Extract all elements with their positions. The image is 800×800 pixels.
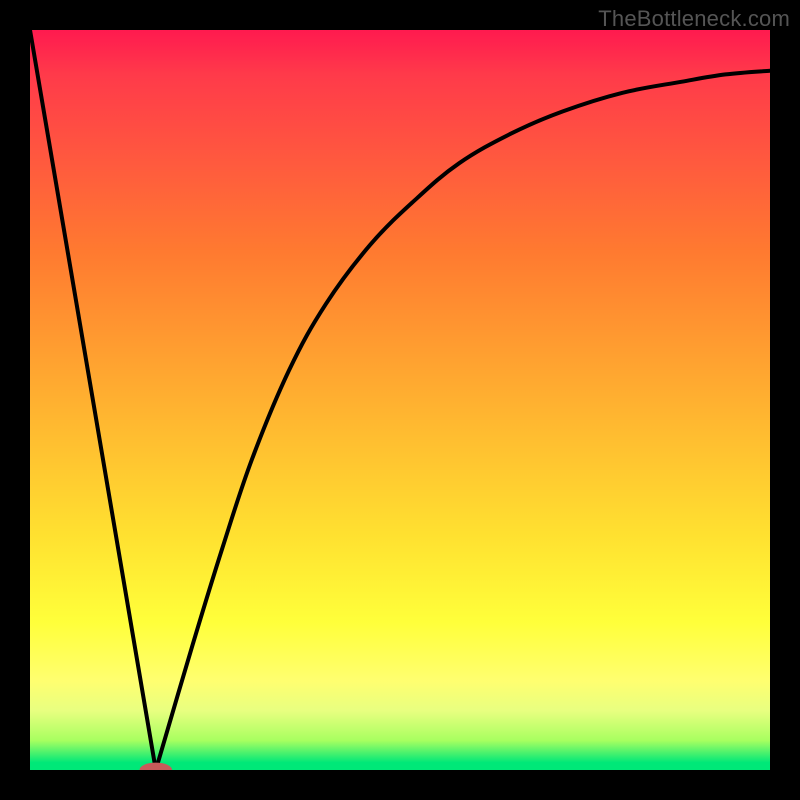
series-right-curve xyxy=(156,71,770,770)
chart-svg xyxy=(30,30,770,770)
plot-area xyxy=(30,30,770,770)
chart-container: TheBottleneck.com xyxy=(0,0,800,800)
watermark-text: TheBottleneck.com xyxy=(598,6,790,32)
min-marker xyxy=(140,763,173,770)
series-left-segment xyxy=(30,30,156,770)
